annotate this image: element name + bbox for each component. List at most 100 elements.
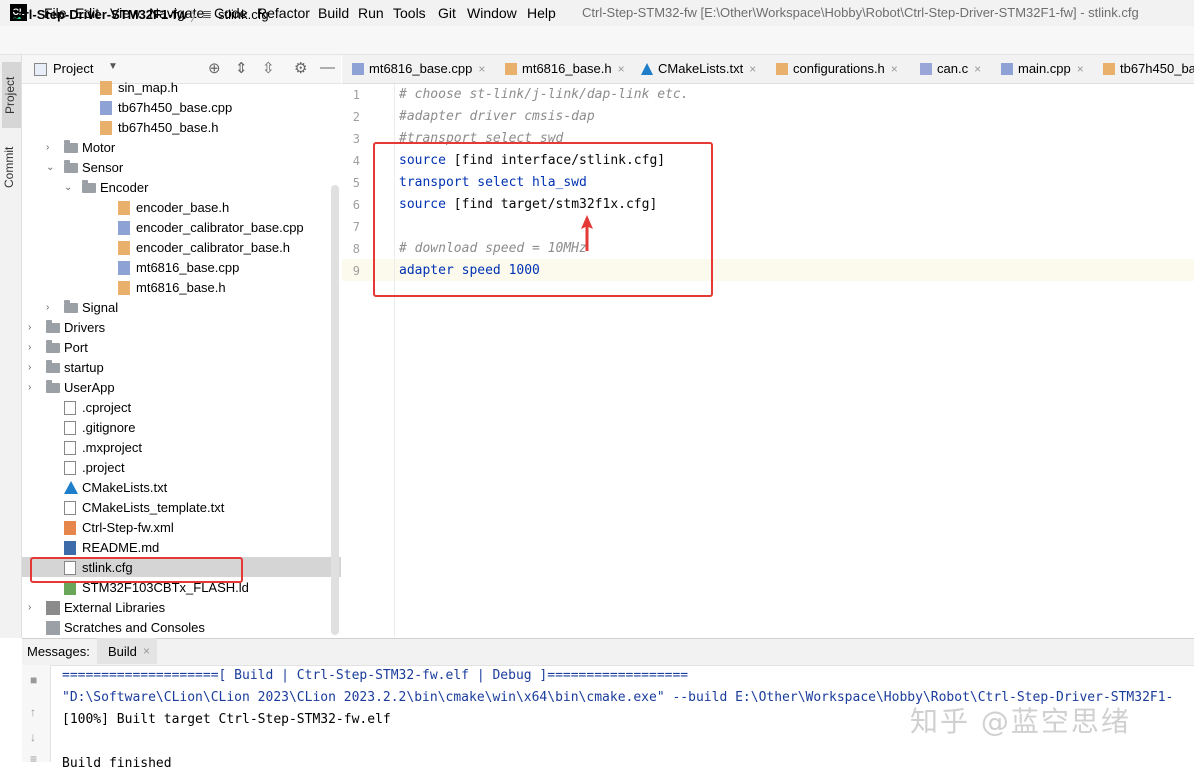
arrow-up-icon[interactable]: ↑ bbox=[30, 705, 36, 719]
md-file-icon bbox=[64, 541, 76, 555]
chevron-right-icon[interactable]: › bbox=[28, 382, 31, 393]
tab-mt6816-base-cpp[interactable]: mt6816_base.cpp × bbox=[352, 61, 485, 76]
folder-icon bbox=[46, 380, 60, 393]
annotation-arrow-icon bbox=[581, 215, 593, 251]
tree-scrollbar[interactable] bbox=[331, 185, 339, 635]
project-panel-title[interactable]: Project bbox=[53, 61, 93, 76]
tab-label: configurations.h bbox=[793, 61, 885, 76]
tab-configurations-h[interactable]: configurations.h × bbox=[776, 61, 898, 76]
close-icon[interactable]: × bbox=[478, 62, 485, 76]
code-comment: #adapter driver cmsis-dap bbox=[399, 109, 595, 124]
annotation-box-code bbox=[373, 142, 713, 297]
code-line[interactable]: # choose st-link/j-link/dap-link etc. bbox=[399, 87, 689, 102]
tab-label: tb67h450_ba bbox=[1120, 61, 1194, 76]
editor-tab-bar: mt6816_base.cpp × mt6816_base.h × CMakeLis… bbox=[342, 55, 1194, 84]
txt-file-icon bbox=[64, 401, 76, 415]
chevron-down-icon[interactable]: ▼ bbox=[108, 61, 118, 72]
messages-label: Messages: bbox=[27, 644, 90, 659]
expand-all-icon[interactable]: ⇕ bbox=[235, 59, 248, 77]
menu-build[interactable]: Build bbox=[318, 5, 349, 21]
tree-item-label: Sensor bbox=[82, 160, 124, 175]
folder-icon bbox=[46, 340, 60, 353]
tree-item-label: Motor bbox=[82, 140, 116, 155]
line-number: 1 bbox=[352, 88, 360, 102]
breadcrumb-project[interactable]: Ctrl-Step-Driver-STM32F1-fw bbox=[10, 7, 187, 22]
tree-item-label: CMakeLists_template.txt bbox=[82, 500, 225, 515]
navigation-bar bbox=[0, 26, 1194, 55]
gear-icon[interactable]: ⚙ bbox=[294, 59, 307, 77]
tree-item-label: External Libraries bbox=[64, 600, 166, 615]
menu-help[interactable]: Help bbox=[527, 5, 556, 21]
close-icon[interactable]: × bbox=[618, 62, 625, 76]
tree-item-label: encoder_base.h bbox=[136, 200, 230, 215]
cmake-icon bbox=[641, 63, 653, 75]
output-line: Build finished bbox=[62, 756, 172, 771]
wrap-icon[interactable]: ≡ bbox=[30, 752, 37, 766]
tree-item-label: .gitignore bbox=[82, 420, 136, 435]
chevron-down-icon[interactable]: ⌄ bbox=[46, 162, 54, 173]
menu-run[interactable]: Run bbox=[358, 5, 384, 21]
tool-tab-commit[interactable]: Commit bbox=[2, 134, 19, 200]
txt-file-icon bbox=[64, 421, 76, 435]
tree-item-label: Port bbox=[64, 340, 88, 355]
tab-can-c[interactable]: can.c × bbox=[920, 61, 981, 76]
tab-cmakelists[interactable]: CMakeLists.txt × bbox=[641, 61, 756, 76]
tab-label: main.cpp bbox=[1018, 61, 1071, 76]
menu-window[interactable]: Window bbox=[467, 5, 517, 21]
tree-item-label: Signal bbox=[82, 300, 119, 315]
collapse-all-icon[interactable]: ⇳ bbox=[262, 59, 275, 77]
code-line[interactable]: #adapter driver cmsis-dap bbox=[399, 109, 595, 124]
target-icon[interactable]: ⊕ bbox=[208, 59, 221, 77]
header-file-icon bbox=[505, 63, 517, 75]
tab-tb67h450[interactable]: tb67h450_ba bbox=[1103, 61, 1194, 76]
h-file-icon bbox=[100, 121, 112, 135]
breadcrumb-file[interactable]: stlink.cfg bbox=[218, 7, 269, 22]
chevron-right-icon[interactable]: › bbox=[28, 362, 31, 373]
tree-item-label: tb67h450_base.h bbox=[118, 120, 219, 135]
text-file-icon: ≣ bbox=[202, 7, 213, 21]
line-number: 5 bbox=[352, 176, 360, 190]
chevron-right-icon[interactable]: › bbox=[46, 302, 49, 313]
line-number: 7 bbox=[352, 220, 360, 234]
arrow-down-icon[interactable]: ↓ bbox=[30, 730, 36, 744]
tree-item-label: .cproject bbox=[82, 400, 132, 415]
tab-mt6816-base-h[interactable]: mt6816_base.h × bbox=[505, 61, 625, 76]
bottom-panel-header bbox=[22, 638, 1194, 666]
folder-icon bbox=[82, 180, 96, 193]
tab-build-label[interactable]: Build bbox=[108, 644, 137, 659]
close-icon[interactable]: × bbox=[1077, 62, 1084, 76]
chevron-right-icon[interactable]: › bbox=[46, 142, 49, 153]
txt-file-icon bbox=[64, 501, 76, 515]
close-icon[interactable]: × bbox=[143, 644, 150, 658]
chevron-down-icon[interactable]: ⌄ bbox=[64, 182, 72, 193]
chevron-right-icon[interactable]: › bbox=[28, 322, 31, 333]
tree-item-label: .project bbox=[82, 460, 125, 475]
line-number: 4 bbox=[352, 154, 360, 168]
watermark: 知乎 @蓝空思绪 bbox=[910, 705, 1131, 738]
tree-item-label: sin_map.h bbox=[118, 80, 178, 95]
stop-icon[interactable]: ■ bbox=[30, 673, 37, 687]
menu-tools[interactable]: Tools bbox=[393, 5, 426, 21]
line-number: 3 bbox=[352, 132, 360, 146]
tree-item-label: UserApp bbox=[64, 380, 115, 395]
window-title: Ctrl-Step-STM32-fw [E:\Other\Workspace\H… bbox=[582, 5, 1139, 20]
h-file-icon bbox=[118, 241, 130, 255]
chevron-right-icon[interactable]: › bbox=[28, 602, 31, 613]
line-number: 8 bbox=[352, 242, 360, 256]
chevron-right-icon[interactable]: › bbox=[28, 342, 31, 353]
minimize-icon[interactable]: — bbox=[320, 59, 335, 76]
folder-icon bbox=[46, 360, 60, 373]
menu-git[interactable]: Git bbox=[438, 5, 456, 21]
tab-main-cpp[interactable]: main.cpp × bbox=[1001, 61, 1084, 76]
close-icon[interactable]: × bbox=[891, 62, 898, 76]
close-icon[interactable]: × bbox=[974, 62, 981, 76]
tree-item-label: README.md bbox=[82, 540, 160, 555]
tree-item-label: Ctrl-Step-fw.xml bbox=[82, 520, 174, 535]
line-number: 9 bbox=[352, 264, 360, 278]
tree-item-label: startup bbox=[64, 360, 104, 375]
tool-tab-project[interactable]: Project bbox=[2, 62, 21, 128]
cpp-file-icon bbox=[100, 101, 112, 115]
close-icon[interactable]: × bbox=[749, 62, 756, 76]
tree-item-label: mt6816_base.h bbox=[136, 280, 226, 295]
header-file-icon bbox=[1103, 63, 1115, 75]
